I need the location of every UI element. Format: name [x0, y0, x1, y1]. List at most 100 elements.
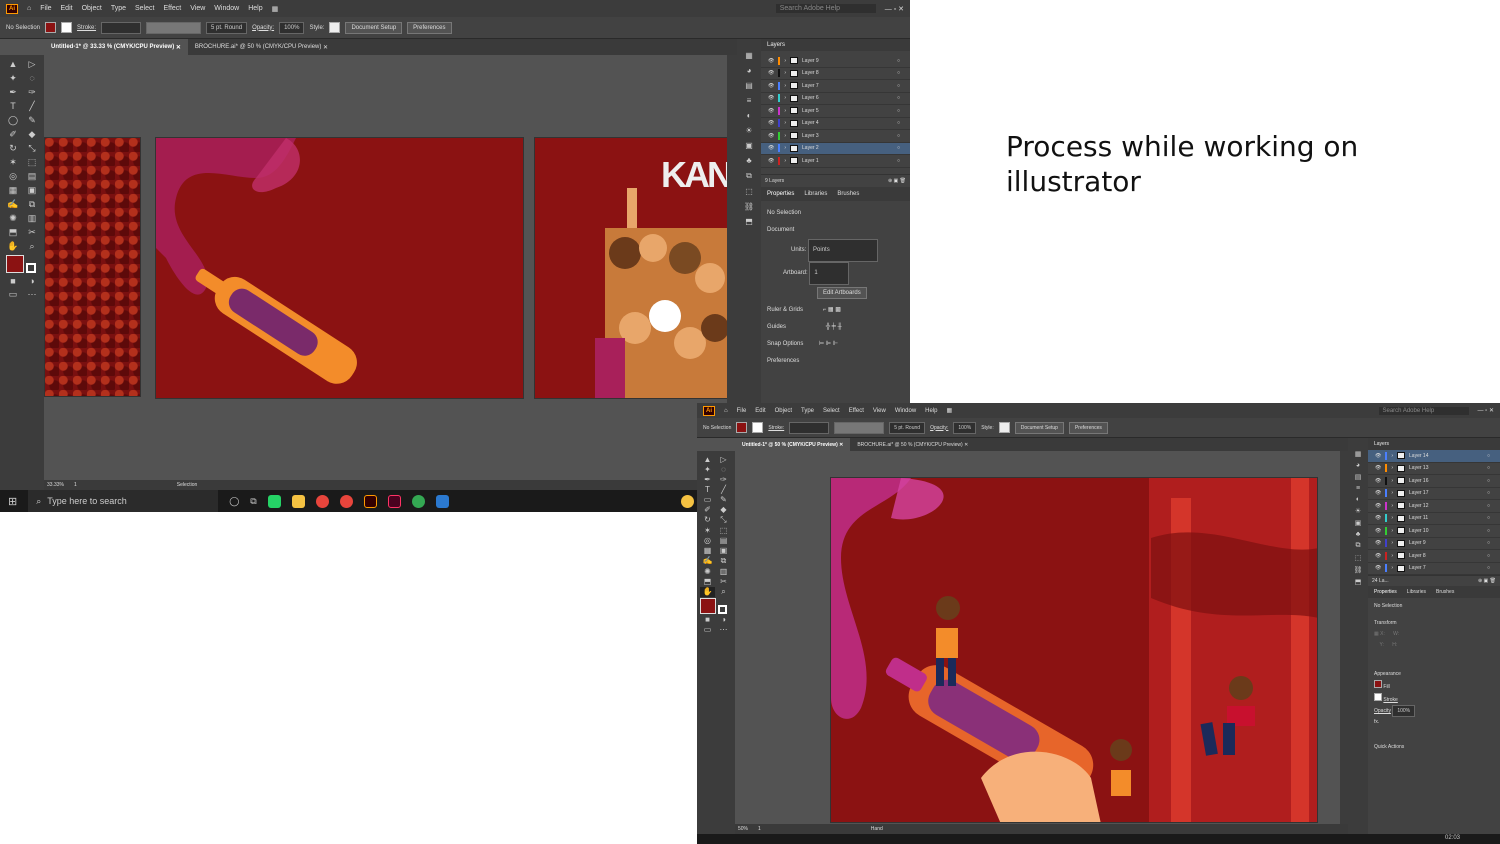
ellipse-tool-icon[interactable]: ◯: [4, 115, 22, 126]
layer-row[interactable]: 👁 › Layer 7 ○: [761, 80, 910, 93]
layer-row[interactable]: 👁 › Layer 6 ○: [761, 93, 910, 105]
target-circle-icon[interactable]: ○: [897, 145, 900, 151]
magic-wand-icon[interactable]: ✦: [4, 73, 22, 84]
vertical-scrollbar[interactable]: [1340, 451, 1348, 824]
menu-type[interactable]: Type: [801, 408, 814, 414]
menu-type[interactable]: Type: [111, 5, 126, 12]
layer-row[interactable]: 👁 › Layer 9 ○: [761, 55, 910, 68]
fill-swatch[interactable]: [45, 22, 57, 33]
transform-icon[interactable]: ⬚: [1355, 554, 1362, 562]
guides-icons[interactable]: ╬ ╪ ╫: [826, 324, 842, 330]
align-icon[interactable]: ▦: [1355, 450, 1362, 458]
target-circle-icon[interactable]: ○: [897, 58, 900, 64]
rectangle-tool-icon[interactable]: ▭: [700, 495, 715, 504]
layer-row[interactable]: 👁 › Layer 2 ○: [761, 142, 910, 155]
pathfinder-icon[interactable]: ⧉: [746, 171, 752, 181]
brush-select[interactable]: 5 pt. Round: [889, 421, 926, 434]
graphic-styles-icon[interactable]: ▣: [745, 141, 753, 150]
visibility-eye-icon[interactable]: 👁: [768, 145, 774, 151]
search-help-input[interactable]: Search Adobe Help: [775, 4, 876, 13]
target-circle-icon[interactable]: ○: [1487, 503, 1490, 509]
menu-effect[interactable]: Effect: [163, 5, 181, 12]
magic-wand-icon[interactable]: ✦: [700, 465, 715, 474]
target-circle-icon[interactable]: ○: [897, 108, 900, 114]
visibility-eye-icon[interactable]: 👁: [1375, 465, 1381, 471]
layer-name[interactable]: Layer 12: [1409, 503, 1483, 509]
graph-icon[interactable]: ▥: [23, 213, 41, 224]
expand-chevron-icon[interactable]: ›: [784, 70, 786, 76]
transform-icon[interactable]: ⬚: [745, 187, 753, 196]
symbols-icon[interactable]: ♣: [1356, 531, 1361, 538]
transparency-icon[interactable]: ◐: [747, 111, 752, 120]
eraser-icon[interactable]: ◆: [23, 129, 41, 140]
preferences-button[interactable]: Preferences: [407, 21, 452, 34]
zoom-icon[interactable]: ⌕: [23, 241, 41, 252]
layer-name[interactable]: Layer 7: [802, 83, 893, 89]
direct-selection-tool-icon[interactable]: ▷: [23, 59, 41, 70]
links-icon[interactable]: ⛓: [744, 202, 754, 211]
visibility-eye-icon[interactable]: 👁: [1375, 490, 1381, 496]
transparency-icon[interactable]: ◐: [1356, 496, 1360, 503]
target-circle-icon[interactable]: ○: [1487, 565, 1490, 571]
style-swatch[interactable]: [329, 22, 341, 33]
paintbrush-icon[interactable]: ✎: [23, 115, 41, 126]
shape-builder-icon[interactable]: ◎: [700, 536, 715, 545]
layer-name[interactable]: Layer 4: [802, 120, 893, 126]
menu-effect[interactable]: Effect: [849, 408, 864, 414]
tab-properties[interactable]: Properties: [1374, 589, 1397, 595]
visibility-eye-icon[interactable]: 👁: [768, 120, 774, 126]
stroke-panel-icon[interactable]: ≡: [747, 96, 752, 105]
layer-row[interactable]: 👁 › Layer 8 ○: [1368, 550, 1500, 563]
ruler-grid-icons[interactable]: ⌐ ▦ ▩: [823, 307, 841, 313]
symbol-sprayer-icon[interactable]: ✺: [700, 567, 715, 576]
taskbar-search[interactable]: ⌕ Type here to search: [28, 490, 219, 512]
zoom-level[interactable]: 33.33%: [47, 482, 64, 488]
layers-panel-title[interactable]: Layers: [1368, 438, 1500, 450]
artboard-select[interactable]: 1: [809, 261, 850, 285]
layer-name[interactable]: Layer 7: [1409, 565, 1483, 571]
pathfinder-icon[interactable]: ⧉: [1356, 542, 1361, 550]
visibility-eye-icon[interactable]: 👁: [1375, 515, 1381, 521]
appearance-fill-swatch[interactable]: [1374, 680, 1382, 688]
layer-name[interactable]: Layer 13: [1409, 465, 1483, 471]
tab-brochure[interactable]: BROCHURE.ai* @ 50 % (CMYK/CPU Preview) ✕: [188, 39, 335, 55]
fill-stroke-widget[interactable]: [700, 598, 731, 614]
home-icon[interactable]: ⌂: [27, 5, 31, 12]
stroke-weight-input[interactable]: [101, 21, 142, 34]
blend-icon[interactable]: ⧉: [716, 556, 731, 566]
scale-icon[interactable]: ⤡: [23, 143, 41, 154]
zoom-level[interactable]: 50%: [738, 826, 748, 832]
artboard-nav[interactable]: 1: [758, 826, 761, 832]
stroke-swatch[interactable]: [61, 22, 73, 33]
indesign-taskbar-icon[interactable]: [387, 494, 401, 508]
opacity-input[interactable]: 100%: [279, 21, 305, 34]
canvas[interactable]: KAN: [44, 55, 734, 480]
menu-file[interactable]: File: [40, 5, 51, 12]
brush-select[interactable]: 5 pt. Round: [206, 21, 248, 34]
eyedropper-icon[interactable]: ✍: [4, 199, 22, 210]
layer-row[interactable]: 👁 › Layer 3 ○: [761, 130, 910, 143]
puppet-warp-icon[interactable]: ✶: [4, 157, 22, 168]
layer-name[interactable]: Layer 2: [802, 145, 893, 151]
tab-untitled[interactable]: Untitled-1* @ 50 % (CMYK/CPU Preview) ✕: [735, 438, 851, 451]
target-circle-icon[interactable]: ○: [897, 133, 900, 139]
expand-chevron-icon[interactable]: ›: [784, 158, 786, 164]
line-tool-icon[interactable]: ╱: [23, 101, 41, 112]
layer-row[interactable]: 👁 › Layer 10 ○: [1368, 525, 1500, 538]
fill-color-swatch[interactable]: [700, 598, 716, 614]
hand-tool-icon[interactable]: ✋: [4, 241, 22, 252]
draw-mode-icon[interactable]: ◑: [23, 276, 41, 286]
menu-object[interactable]: Object: [775, 408, 792, 414]
style-swatch[interactable]: [998, 422, 1010, 433]
lasso-icon[interactable]: ◌: [23, 73, 41, 84]
more-tools-icon[interactable]: ⋯: [23, 289, 41, 300]
document-setup-button[interactable]: Document Setup: [345, 21, 403, 34]
stroke-color-swatch[interactable]: [26, 263, 36, 273]
more-tools-icon[interactable]: ⋯: [716, 625, 731, 634]
fill-stroke-widget[interactable]: [4, 255, 41, 273]
target-circle-icon[interactable]: ○: [1487, 478, 1490, 484]
target-circle-icon[interactable]: ○: [897, 70, 900, 76]
draw-mode-icon[interactable]: ◑: [716, 615, 731, 624]
expand-chevron-icon[interactable]: ›: [784, 108, 786, 114]
layer-row[interactable]: 👁 › Layer 12 ○: [1368, 500, 1500, 513]
